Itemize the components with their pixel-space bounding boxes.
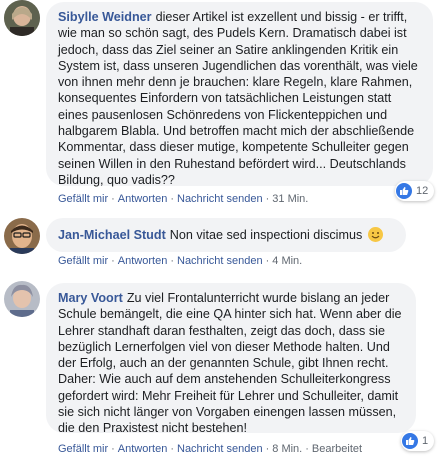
thumbs-up-icon bbox=[402, 433, 418, 449]
comment-text: Non vitae sed inspectioni discimus bbox=[169, 228, 363, 242]
thumbs-up-icon bbox=[396, 183, 412, 199]
comment-author[interactable]: Sibylle Weidner bbox=[58, 10, 152, 24]
reaction-summary[interactable]: 1 bbox=[401, 431, 435, 451]
comment-author[interactable]: Mary Voort bbox=[58, 291, 123, 305]
avatar[interactable] bbox=[4, 281, 40, 317]
like-link[interactable]: Gefällt mir bbox=[58, 193, 108, 205]
avatar[interactable] bbox=[4, 218, 40, 254]
comment-bubble: Sibylle Weidner dieser Artikel ist exzell… bbox=[46, 2, 433, 187]
message-link[interactable]: Nachricht senden bbox=[177, 255, 263, 267]
comment-actions: Gefällt mir · Antworten · Nachricht senden · 3… bbox=[58, 193, 309, 205]
timestamp[interactable]: 4 Min. bbox=[272, 255, 302, 267]
timestamp[interactable]: 31 Min. bbox=[272, 193, 308, 205]
comment-actions: Gefällt mir · Antworten · Nachricht senden · 4… bbox=[58, 255, 303, 267]
reaction-count: 1 bbox=[422, 435, 429, 447]
like-link[interactable]: Gefällt mir bbox=[58, 443, 108, 455]
avatar[interactable] bbox=[4, 0, 40, 36]
comment-author[interactable]: Jan-Michael Studt bbox=[58, 228, 166, 242]
reaction-summary[interactable]: 12 bbox=[395, 181, 435, 201]
comment-text: Zu viel Frontalunterricht wurde bislang … bbox=[58, 291, 402, 436]
comment-text: dieser Artikel ist exzellent und bissig … bbox=[58, 10, 418, 187]
timestamp[interactable]: 8 Min. bbox=[272, 443, 302, 455]
reply-link[interactable]: Antworten bbox=[118, 193, 168, 205]
reply-link[interactable]: Antworten bbox=[118, 255, 168, 267]
message-link[interactable]: Nachricht senden bbox=[177, 193, 263, 205]
smiling-face-icon bbox=[367, 227, 383, 242]
reaction-count: 12 bbox=[416, 185, 429, 197]
like-link[interactable]: Gefällt mir bbox=[58, 255, 108, 267]
comment-bubble: Mary Voort Zu viel Frontalunterricht wurd… bbox=[46, 283, 416, 436]
reply-link[interactable]: Antworten bbox=[118, 443, 168, 455]
comment-bubble: Jan-Michael Studt Non vitae sed inspectio… bbox=[46, 218, 406, 252]
message-link[interactable]: Nachricht senden bbox=[177, 443, 263, 455]
comment-actions: Gefällt mir · Antworten · Nachricht senden · 8… bbox=[58, 443, 363, 455]
edited-label[interactable]: Bearbeitet bbox=[312, 443, 362, 455]
